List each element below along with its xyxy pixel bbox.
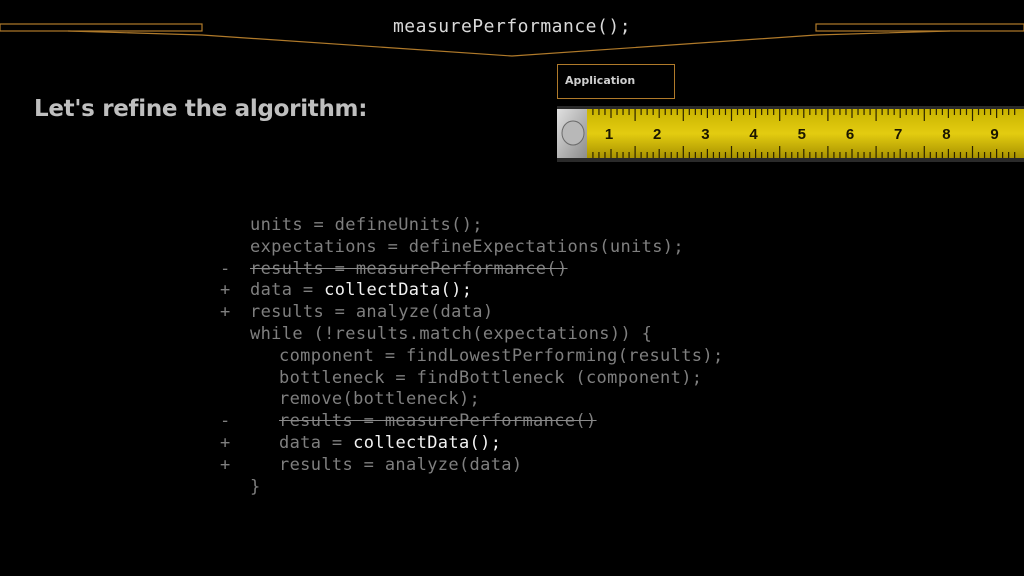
- application-box: Application: [557, 64, 675, 99]
- code-segment: data =: [279, 432, 354, 453]
- code-text: bottleneck = findBottleneck (component);: [279, 368, 702, 390]
- code-text: component = findLowestPerforming(results…: [279, 346, 724, 368]
- tape-number: 5: [798, 126, 806, 143]
- code-text: results = measurePerformance(): [279, 411, 597, 433]
- code-segment: results = measurePerformance(): [279, 411, 597, 432]
- tape-number: 6: [846, 126, 854, 143]
- code-segment: results = measurePerformance(): [250, 258, 568, 279]
- code-segment: }: [250, 476, 261, 497]
- diff-marker: -: [220, 258, 231, 279]
- code-text: data = collectData();: [250, 280, 472, 302]
- diff-marker: +: [220, 280, 231, 301]
- diff-marker: -: [220, 411, 231, 432]
- code-segment: expectations = defineExpectations(units)…: [250, 236, 684, 257]
- code-segment: bottleneck = findBottleneck (component);: [279, 367, 703, 388]
- tape-number: 8: [942, 126, 950, 143]
- code-text: while (!results.match(expectations)) {: [250, 324, 652, 346]
- code-text: units = defineUnits();: [250, 215, 483, 237]
- application-label: Application: [565, 74, 636, 87]
- slide-heading: Let's refine the algorithm:: [34, 96, 368, 122]
- diff-marker: +: [220, 432, 231, 453]
- code-text: data = collectData();: [279, 433, 501, 455]
- code-segment: results = analyze(data): [250, 302, 494, 323]
- code-segment: component = findLowestPerforming(results…: [279, 345, 724, 366]
- code-highlight: collectData();: [353, 432, 502, 453]
- code-highlight: collectData();: [324, 280, 473, 301]
- code-segment: units = defineUnits();: [250, 215, 483, 235]
- code-text: results = measurePerformance(): [250, 259, 568, 281]
- header-title: measurePerformance();: [392, 16, 632, 37]
- diff-marker: +: [220, 302, 231, 323]
- measuring-tape-image: 1 2 3 4 5 6 7 8 9: [557, 106, 1024, 162]
- diff-marker: +: [220, 454, 231, 475]
- code-text: }: [250, 477, 261, 499]
- tape-number: 9: [990, 126, 998, 143]
- code-text: results = analyze(data): [279, 455, 522, 477]
- code-text: results = analyze(data): [250, 302, 493, 324]
- code-segment: remove(bottleneck);: [279, 389, 481, 410]
- code-text: remove(bottleneck);: [279, 389, 480, 411]
- tape-number: 2: [653, 126, 661, 143]
- tape-number: 3: [701, 126, 709, 143]
- code-segment: data =: [250, 280, 325, 301]
- code-text: expectations = defineExpectations(units)…: [250, 237, 684, 259]
- tape-number: 1: [605, 126, 613, 143]
- code-segment: results = analyze(data): [279, 454, 523, 475]
- tape-number: 4: [749, 126, 758, 143]
- tape-number: 7: [894, 126, 902, 143]
- code-segment: while (!results.match(expectations)) {: [250, 323, 653, 344]
